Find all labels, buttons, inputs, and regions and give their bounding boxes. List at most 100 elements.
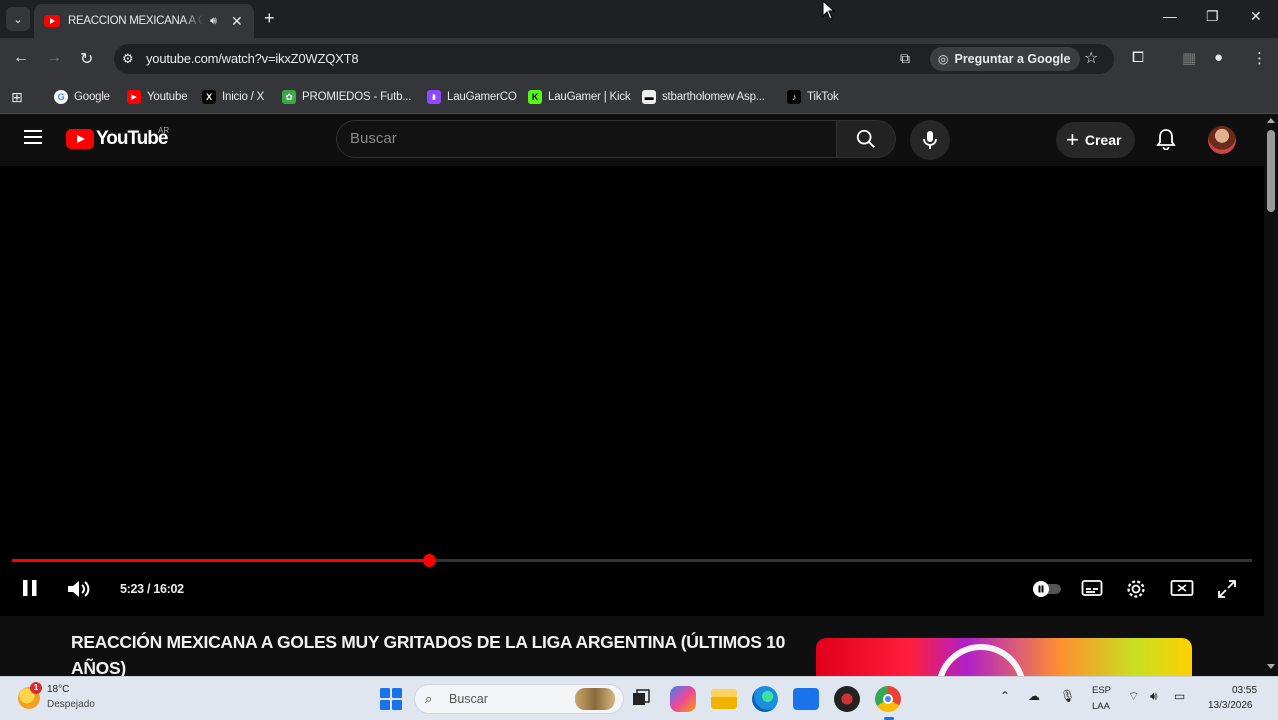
onedrive-offline-icon[interactable]: ☁ <box>1028 689 1040 703</box>
reload-button[interactable]: ↻ <box>80 49 93 69</box>
search-button[interactable] <box>836 120 896 158</box>
pause-icon <box>23 580 37 596</box>
tab-strip: ⌄ REACCIÓN MEXICANA A GOLES MUY GRITADOS… <box>0 0 1278 38</box>
close-window-button[interactable]: ✕ <box>1250 8 1262 25</box>
site-info-icon[interactable]: ⚙ <box>122 51 134 67</box>
pause-button[interactable] <box>21 578 39 603</box>
bookmark-google[interactable]: G Google <box>54 87 110 107</box>
bookmark-star-icon[interactable]: ☆ <box>1084 48 1098 68</box>
scroll-down-arrow-icon[interactable] <box>1267 664 1275 669</box>
hamburger-menu-icon[interactable] <box>24 130 42 144</box>
extensions-icon[interactable]: ⧠ <box>1132 49 1144 66</box>
back-button[interactable]: ← <box>13 49 29 67</box>
bookmark-kick[interactable]: K LauGamer | Kick <box>528 87 631 107</box>
volume-icon <box>68 581 90 597</box>
search-input[interactable] <box>350 130 810 147</box>
address-bar[interactable]: ⚙ youtube.com/watch?v=ikxZ0WZQXT8 ⧉ ◎ Pr… <box>114 44 1114 74</box>
weather-condition: Despejado <box>47 699 95 710</box>
bookmark-promiedos[interactable]: ✿ PROMIEDOS - Futb... <box>282 87 412 107</box>
youtube-logo-text: YouTube <box>96 128 168 149</box>
taskbar-search[interactable]: ⌕ Buscar <box>414 684 624 714</box>
restore-button[interactable]: ❐ <box>1206 8 1219 25</box>
taskbar-search-label: Buscar <box>449 692 488 706</box>
voice-search-button[interactable] <box>910 120 950 160</box>
clock-date[interactable]: 13/3/2026 <box>1208 700 1253 711</box>
theater-mode-button[interactable] <box>1170 578 1194 603</box>
active-tab[interactable]: REACCIÓN MEXICANA A GOLES MUY GRITADOS 🔊… <box>34 4 254 38</box>
url-text[interactable]: youtube.com/watch?v=ikxZ0WZQXT8 <box>146 51 359 66</box>
volume-tray-icon[interactable]: 🔊︎ <box>1150 689 1158 704</box>
scrollbar-thumb[interactable] <box>1267 130 1275 212</box>
tray-overflow-chevron-icon[interactable]: ⌃ <box>1000 689 1010 703</box>
browser-toolbar: ← → ↻ ⚙ youtube.com/watch?v=ikxZ0WZQXT8 … <box>0 38 1278 80</box>
bookmark-label: PROMIEDOS - Futb... <box>302 91 412 103</box>
bookmark-stbartholomew[interactable]: ▬ stbartholomew Asp... <box>642 87 765 107</box>
x-icon: X <box>202 90 216 104</box>
subtitles-icon <box>1081 580 1103 596</box>
plus-icon: + <box>1066 127 1079 152</box>
more-menu-icon[interactable]: ⋮ <box>1252 49 1267 67</box>
youtube-logo-icon <box>66 129 94 149</box>
progress-bar[interactable] <box>12 554 1252 567</box>
wifi-icon[interactable]: ⌔ <box>1128 689 1139 704</box>
youtube-icon: ▶ <box>127 90 141 104</box>
settings-button[interactable] <box>1125 578 1147 605</box>
bookmarks-bar: ⊞ G Google ▶ Youtube X Inicio / X ✿ PROM… <box>0 80 1278 114</box>
youtube-header: YouTube AR + Crear <box>0 114 1264 166</box>
battery-icon[interactable]: ▭ <box>1174 689 1185 703</box>
extension-icon[interactable]: ▦ <box>1182 49 1196 67</box>
search-box <box>336 120 836 158</box>
volume-button[interactable] <box>66 578 92 605</box>
keyboard-layout[interactable]: LAA <box>1092 701 1110 712</box>
sidebar-video-thumbnail[interactable] <box>816 638 1192 678</box>
clock-time[interactable]: 03:55 <box>1232 685 1257 696</box>
app-icon[interactable] <box>834 686 860 712</box>
edge-browser-icon[interactable] <box>752 686 778 712</box>
file-explorer-icon[interactable] <box>711 689 737 709</box>
kick-icon: K <box>528 90 542 104</box>
copilot-icon[interactable] <box>670 686 696 712</box>
bookmark-tiktok[interactable]: ♪ TikTok <box>787 87 839 107</box>
promiedos-icon: ✿ <box>282 90 296 104</box>
bookmark-label: LauGamer | Kick <box>548 91 631 103</box>
youtube-logo[interactable]: YouTube <box>66 128 168 150</box>
notifications-bell-icon[interactable] <box>1156 128 1176 155</box>
ask-google-button[interactable]: ◎ Preguntar a Google <box>930 47 1081 71</box>
search-highlight-image <box>575 688 615 710</box>
weather-temperature: 18°C <box>47 684 70 695</box>
bookmark-twitch[interactable]: ▮ LauGamerCO <box>427 87 517 107</box>
forward-button[interactable]: → <box>46 49 62 67</box>
autoplay-toggle[interactable] <box>1032 580 1062 603</box>
new-tab-button[interactable]: + <box>264 8 275 29</box>
close-tab-icon[interactable]: ✕ <box>231 13 243 30</box>
fullscreen-button[interactable] <box>1216 578 1238 605</box>
page-scrollbar[interactable] <box>1264 114 1278 676</box>
site-icon: ▬ <box>642 90 656 104</box>
minimize-button[interactable]: — <box>1163 8 1177 24</box>
subtitles-button[interactable] <box>1081 578 1103 603</box>
video-player[interactable]: 5:23 / 16:02 <box>0 166 1264 616</box>
time-display: 5:23 / 16:02 <box>120 582 184 596</box>
fullscreen-icon <box>1218 580 1236 598</box>
chrome-browser-icon[interactable] <box>875 686 901 712</box>
profile-icon[interactable]: ● <box>1214 49 1223 66</box>
apps-grid-icon[interactable]: ⊞ <box>11 89 23 106</box>
microsoft-store-icon[interactable] <box>793 688 819 710</box>
google-lens-icon: ◎ <box>938 52 949 66</box>
bookmark-x[interactable]: X Inicio / X <box>202 87 264 107</box>
region-code: AR <box>158 126 170 135</box>
tiktok-icon: ♪ <box>787 90 801 104</box>
bookmark-youtube[interactable]: ▶ Youtube <box>127 87 188 107</box>
avatar[interactable] <box>1208 126 1236 154</box>
tab-search-dropdown-button[interactable]: ⌄ <box>6 7 30 31</box>
task-view-icon[interactable] <box>628 686 654 712</box>
speaker-icon[interactable]: 🔊︎ <box>210 15 217 28</box>
install-app-icon[interactable]: ⧉ <box>900 50 910 67</box>
windows-start-icon[interactable] <box>380 688 402 710</box>
language-code[interactable]: ESP <box>1092 685 1111 696</box>
microphone-tray-icon[interactable]: 🎙︎ <box>1060 689 1075 703</box>
progress-scrubber-handle[interactable] <box>422 554 436 567</box>
scroll-up-arrow-icon[interactable] <box>1267 118 1275 123</box>
create-button[interactable]: + Crear <box>1056 122 1136 158</box>
search-icon: ⌕ <box>425 691 433 706</box>
